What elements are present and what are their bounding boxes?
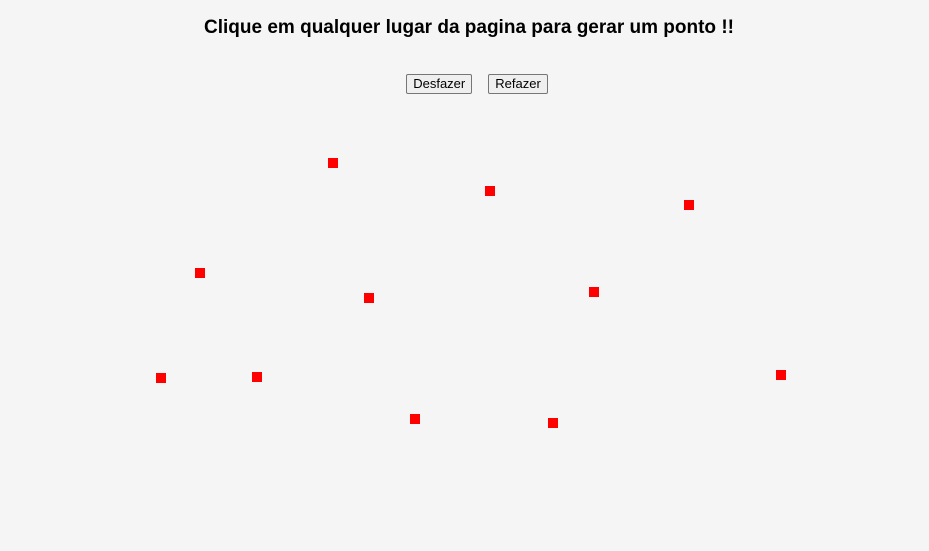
point-marker — [485, 186, 495, 196]
page[interactable]: Clique em qualquer lugar da pagina para … — [0, 0, 929, 551]
point-marker — [684, 200, 694, 210]
point-marker — [410, 414, 420, 424]
point-marker — [776, 370, 786, 380]
redo-button[interactable]: Refazer — [488, 74, 548, 94]
point-marker — [548, 418, 558, 428]
point-marker — [364, 293, 374, 303]
page-title: Clique em qualquer lugar da pagina para … — [204, 17, 734, 38]
toolbar: Desfazer Refazer — [0, 74, 929, 94]
point-marker — [156, 373, 166, 383]
point-marker — [328, 158, 338, 168]
undo-button[interactable]: Desfazer — [406, 74, 473, 94]
point-marker — [252, 372, 262, 382]
point-marker — [589, 287, 599, 297]
point-marker — [195, 268, 205, 278]
